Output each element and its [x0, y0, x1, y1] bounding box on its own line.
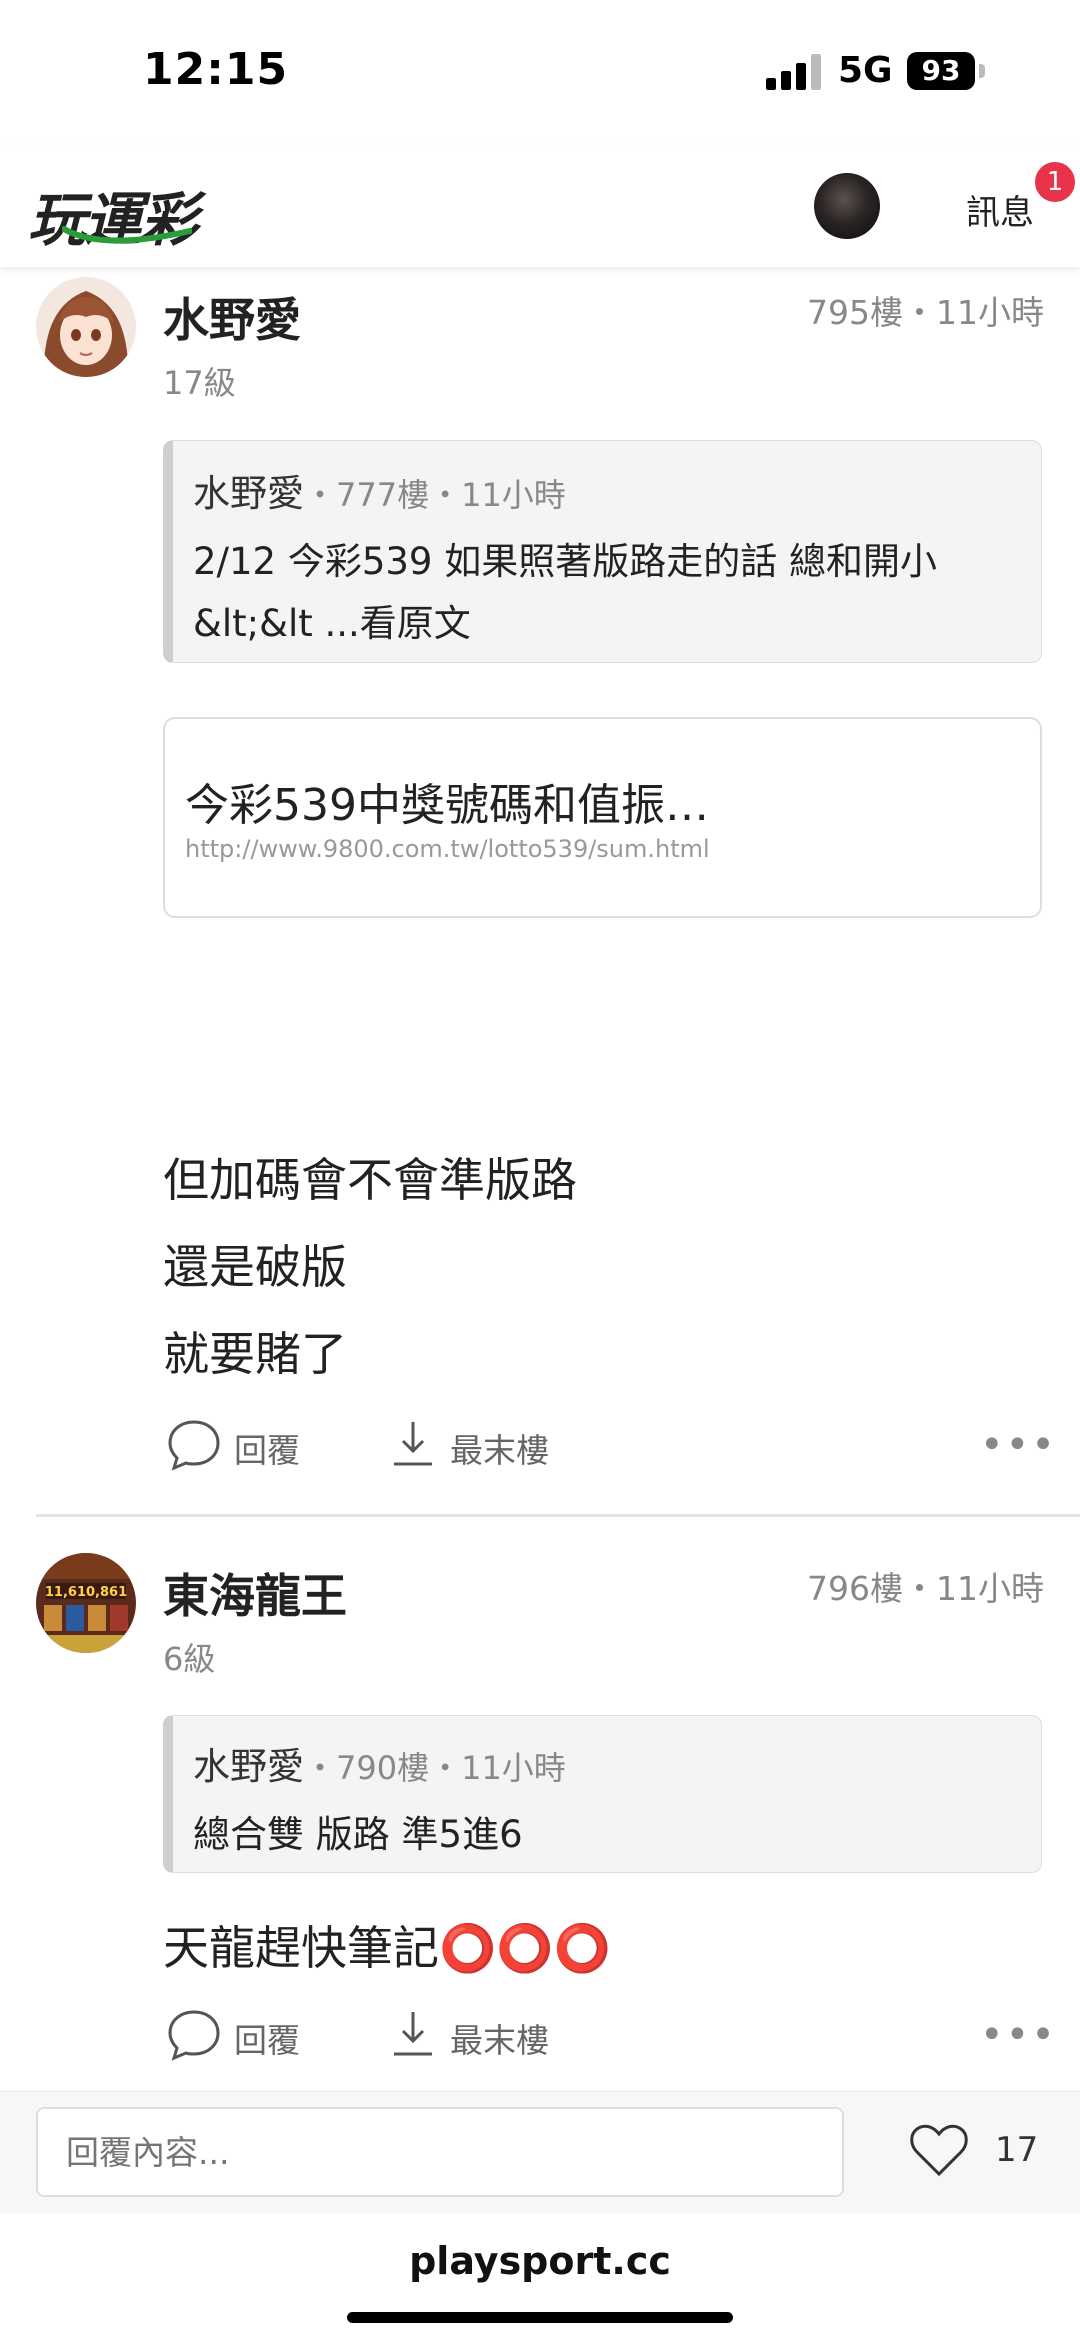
download-arrow-icon[interactable]	[390, 2008, 436, 2058]
network-label: 5G	[838, 50, 893, 91]
post-avatar[interactable]	[36, 277, 136, 377]
svg-text:11,610,861: 11,610,861	[45, 1585, 127, 1600]
link-url: http://www.9800.com.tw/lotto539/sum.html	[185, 835, 710, 863]
post-username[interactable]: 水野愛	[163, 284, 301, 350]
slot-game-avatar-icon: 11,610,861	[36, 1553, 136, 1653]
signal-icon	[766, 54, 821, 90]
messages-button[interactable]: 訊息	[966, 185, 1034, 234]
reply-input[interactable]	[36, 2107, 844, 2197]
anime-girl-avatar-icon	[36, 277, 136, 377]
browser-domain[interactable]: playsport.cc	[0, 2239, 1080, 2283]
quoted-post[interactable]: 水野愛・777樓・11小時 2/12 今彩539 如果照著版路走的話 總和開小 …	[163, 440, 1042, 663]
post-username[interactable]: 東海龍王	[163, 1560, 347, 1626]
post-level: 17級	[163, 364, 236, 402]
app-header: 玩運彩 訊息 1	[0, 145, 1080, 267]
comment-icon[interactable]	[166, 1418, 222, 1472]
comment-icon[interactable]	[166, 2008, 222, 2062]
quote-meta: 水野愛・790樓・11小時	[193, 1736, 566, 1790]
post-divider	[36, 1514, 1080, 1517]
status-bar: 12:15 5G 93	[0, 0, 1080, 145]
post-body-line: 天龍趕快筆記⭕⭕⭕	[163, 1921, 611, 1975]
quote-text-line: 2/12 今彩539 如果照著版路走的話 總和開小	[193, 540, 937, 583]
quote-floor-time: ・790樓・11小時	[304, 1749, 566, 1787]
heart-icon[interactable]	[910, 2124, 968, 2178]
like-count: 17	[995, 2130, 1039, 2170]
last-floor-button[interactable]: 最末樓	[450, 2014, 549, 2062]
post-body-line: 還是破版	[163, 1240, 347, 1294]
user-avatar[interactable]	[814, 173, 880, 239]
quote-username: 水野愛	[193, 1745, 304, 1788]
home-indicator[interactable]	[347, 2312, 733, 2323]
post-level: 6級	[163, 1640, 216, 1678]
messages-badge: 1	[1032, 159, 1078, 205]
last-floor-button[interactable]: 最末樓	[450, 1424, 549, 1472]
post-floor-time: 796樓・11小時	[807, 1569, 1044, 1608]
more-options-button[interactable]: •••	[980, 1422, 1057, 1468]
post-body-line: 但加碼會不會準版路	[163, 1153, 577, 1207]
post-avatar[interactable]: 11,610,861	[36, 1553, 136, 1653]
more-options-button[interactable]: •••	[980, 2012, 1057, 2058]
quote-meta: 水野愛・777樓・11小時	[193, 463, 566, 517]
link-title: 今彩539中獎號碼和值振…	[185, 780, 709, 831]
reply-bar: 17	[0, 2091, 1080, 2214]
reply-button[interactable]: 回覆	[234, 1424, 300, 1472]
logo-swoosh-icon	[62, 226, 192, 244]
quote-username: 水野愛	[193, 472, 304, 515]
link-preview-card[interactable]: 今彩539中獎號碼和值振… http://www.9800.com.tw/lot…	[163, 717, 1042, 918]
site-logo[interactable]: 玩運彩	[28, 167, 238, 254]
battery-level: 93	[907, 52, 975, 90]
post-floor-time: 795樓・11小時	[807, 293, 1044, 332]
reply-button[interactable]: 回覆	[234, 2014, 300, 2062]
download-arrow-icon[interactable]	[390, 1418, 436, 1468]
browser-url-bar[interactable]: playsport.cc	[0, 2213, 1080, 2341]
status-time: 12:15	[143, 44, 289, 95]
quote-text-line: 總合雙 版路 準5進6	[193, 1813, 523, 1856]
battery-icon: 93	[907, 52, 987, 92]
quote-floor-time: ・777樓・11小時	[304, 476, 566, 514]
post-body-line: 就要賭了	[163, 1327, 347, 1381]
quote-text-line: &lt;&lt ...看原文	[193, 602, 471, 645]
quoted-post[interactable]: 水野愛・790樓・11小時 總合雙 版路 準5進6	[163, 1715, 1042, 1873]
